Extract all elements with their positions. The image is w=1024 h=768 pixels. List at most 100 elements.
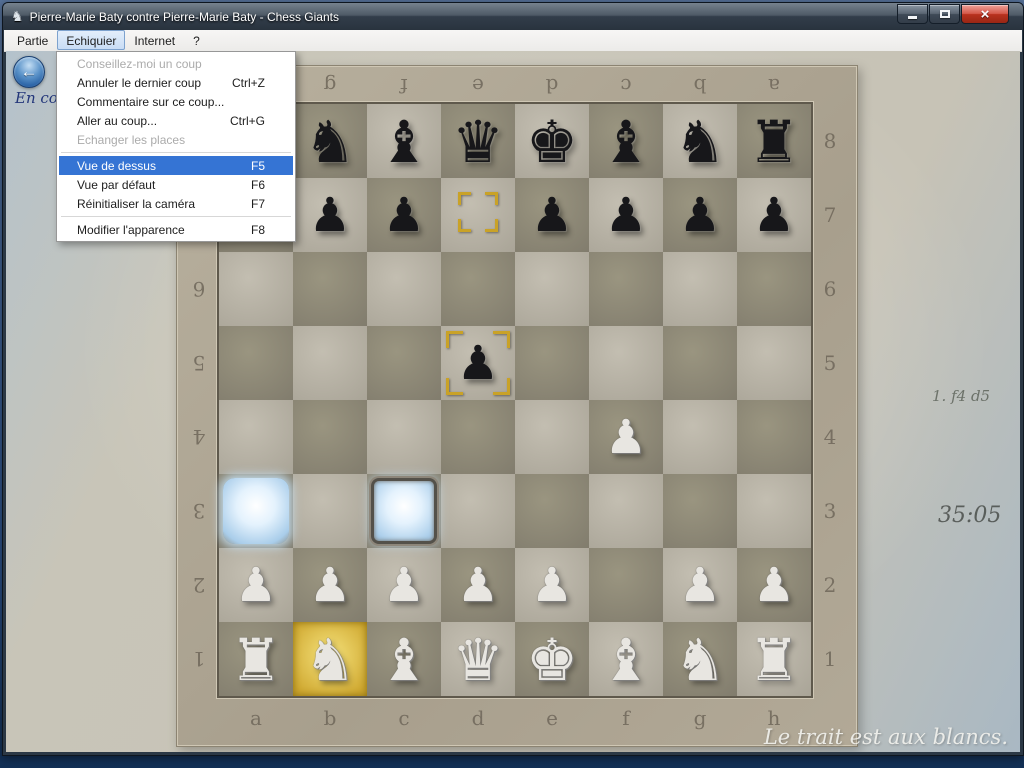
maximize-button[interactable] (929, 4, 960, 24)
square-c5[interactable] (367, 326, 441, 400)
black-pawn-d5[interactable]: ♟ (441, 326, 515, 400)
menu-item-annuler-le-dernier-coup[interactable]: Annuler le dernier coupCtrl+Z (59, 73, 293, 92)
square-d3[interactable] (441, 474, 515, 548)
menu-item-aller-au-coup[interactable]: Aller au coup...Ctrl+G (59, 111, 293, 130)
square-e6[interactable] (515, 252, 589, 326)
square-f1[interactable]: ♝ (589, 622, 663, 696)
white-bishop-f1[interactable]: ♝ (589, 622, 663, 696)
white-pawn-h2[interactable]: ♟ (737, 548, 811, 622)
square-a4[interactable] (219, 400, 293, 474)
square-h7[interactable]: ♟ (737, 178, 811, 252)
black-pawn-g7[interactable]: ♟ (663, 178, 737, 252)
square-b5[interactable] (293, 326, 367, 400)
white-queen-d1[interactable]: ♛ (441, 622, 515, 696)
square-e5[interactable] (515, 326, 589, 400)
square-b8[interactable]: ♞ (293, 104, 367, 178)
square-b4[interactable] (293, 400, 367, 474)
square-g6[interactable] (663, 252, 737, 326)
black-bishop-c8[interactable]: ♝ (367, 104, 441, 178)
square-e8[interactable]: ♚ (515, 104, 589, 178)
black-pawn-h7[interactable]: ♟ (737, 178, 811, 252)
white-pawn-b2[interactable]: ♟ (293, 548, 367, 622)
black-pawn-b7[interactable]: ♟ (293, 178, 367, 252)
title-bar[interactable]: ♞ Pierre-Marie Baty contre Pierre-Marie … (3, 3, 1023, 30)
menu-item-vue-de-dessus[interactable]: Vue de dessusF5 (59, 156, 293, 175)
minimize-button[interactable] (897, 4, 928, 24)
square-c8[interactable]: ♝ (367, 104, 441, 178)
square-d1[interactable]: ♛ (441, 622, 515, 696)
square-e3[interactable] (515, 474, 589, 548)
menu-item-conseillez-moi-un-coup[interactable]: Conseillez-moi un coup (59, 54, 293, 73)
white-rook-h1[interactable]: ♜ (737, 622, 811, 696)
square-f7[interactable]: ♟ (589, 178, 663, 252)
white-pawn-c2[interactable]: ♟ (367, 548, 441, 622)
white-pawn-g2[interactable]: ♟ (663, 548, 737, 622)
square-a5[interactable] (219, 326, 293, 400)
black-bishop-f8[interactable]: ♝ (589, 104, 663, 178)
square-e1[interactable]: ♚ (515, 622, 589, 696)
square-h8[interactable]: ♜ (737, 104, 811, 178)
square-c4[interactable] (367, 400, 441, 474)
square-b2[interactable]: ♟ (293, 548, 367, 622)
menu-internet[interactable]: Internet (125, 30, 184, 50)
square-g8[interactable]: ♞ (663, 104, 737, 178)
menu-item-echanger-les-places[interactable]: Echanger les places (59, 130, 293, 149)
square-e7[interactable]: ♟ (515, 178, 589, 252)
square-h6[interactable] (737, 252, 811, 326)
square-h1[interactable]: ♜ (737, 622, 811, 696)
black-king-e8[interactable]: ♚ (515, 104, 589, 178)
square-a3[interactable] (219, 474, 293, 548)
square-a6[interactable] (219, 252, 293, 326)
square-d7[interactable] (441, 178, 515, 252)
square-h4[interactable] (737, 400, 811, 474)
white-pawn-d2[interactable]: ♟ (441, 548, 515, 622)
square-b6[interactable] (293, 252, 367, 326)
black-rook-h8[interactable]: ♜ (737, 104, 811, 178)
white-pawn-a2[interactable]: ♟ (219, 548, 293, 622)
menu-item-modifier-l-apparence[interactable]: Modifier l'apparenceF8 (59, 220, 293, 239)
menu-item-vue-par-defaut[interactable]: Vue par défautF6 (59, 175, 293, 194)
square-g3[interactable] (663, 474, 737, 548)
white-king-e1[interactable]: ♚ (515, 622, 589, 696)
black-queen-d8[interactable]: ♛ (441, 104, 515, 178)
black-knight-b8[interactable]: ♞ (293, 104, 367, 178)
undo-arrow-button[interactable]: ← (13, 56, 45, 88)
white-knight-g1[interactable]: ♞ (663, 622, 737, 696)
square-b1[interactable]: ♞ (293, 622, 367, 696)
black-pawn-c7[interactable]: ♟ (367, 178, 441, 252)
menu-echiquier[interactable]: Echiquier (57, 30, 125, 50)
square-g4[interactable] (663, 400, 737, 474)
white-bishop-c1[interactable]: ♝ (367, 622, 441, 696)
menu-partie[interactable]: Partie (8, 30, 57, 50)
square-c1[interactable]: ♝ (367, 622, 441, 696)
square-f2[interactable] (589, 548, 663, 622)
square-c7[interactable]: ♟ (367, 178, 441, 252)
square-d2[interactable]: ♟ (441, 548, 515, 622)
square-f5[interactable] (589, 326, 663, 400)
square-b7[interactable]: ♟ (293, 178, 367, 252)
square-f3[interactable] (589, 474, 663, 548)
square-a1[interactable]: ♜ (219, 622, 293, 696)
square-d6[interactable] (441, 252, 515, 326)
square-g2[interactable]: ♟ (663, 548, 737, 622)
white-pawn-e2[interactable]: ♟ (515, 548, 589, 622)
menu-item-commentaire-sur-ce-coup[interactable]: Commentaire sur ce coup... (59, 92, 293, 111)
white-pawn-f4[interactable]: ♟ (589, 400, 663, 474)
square-h5[interactable] (737, 326, 811, 400)
square-e2[interactable]: ♟ (515, 548, 589, 622)
square-d4[interactable] (441, 400, 515, 474)
square-h3[interactable] (737, 474, 811, 548)
black-pawn-e7[interactable]: ♟ (515, 178, 589, 252)
square-c2[interactable]: ♟ (367, 548, 441, 622)
white-knight-b1[interactable]: ♞ (293, 622, 367, 696)
menu-item-reinitialiser-la-camera[interactable]: Réinitialiser la caméraF7 (59, 194, 293, 213)
menu-aide[interactable]: ? (184, 30, 209, 50)
square-f6[interactable] (589, 252, 663, 326)
square-c6[interactable] (367, 252, 441, 326)
square-a2[interactable]: ♟ (219, 548, 293, 622)
square-e4[interactable] (515, 400, 589, 474)
square-d5[interactable]: ♟ (441, 326, 515, 400)
black-knight-g8[interactable]: ♞ (663, 104, 737, 178)
close-button[interactable] (961, 4, 1009, 24)
square-h2[interactable]: ♟ (737, 548, 811, 622)
